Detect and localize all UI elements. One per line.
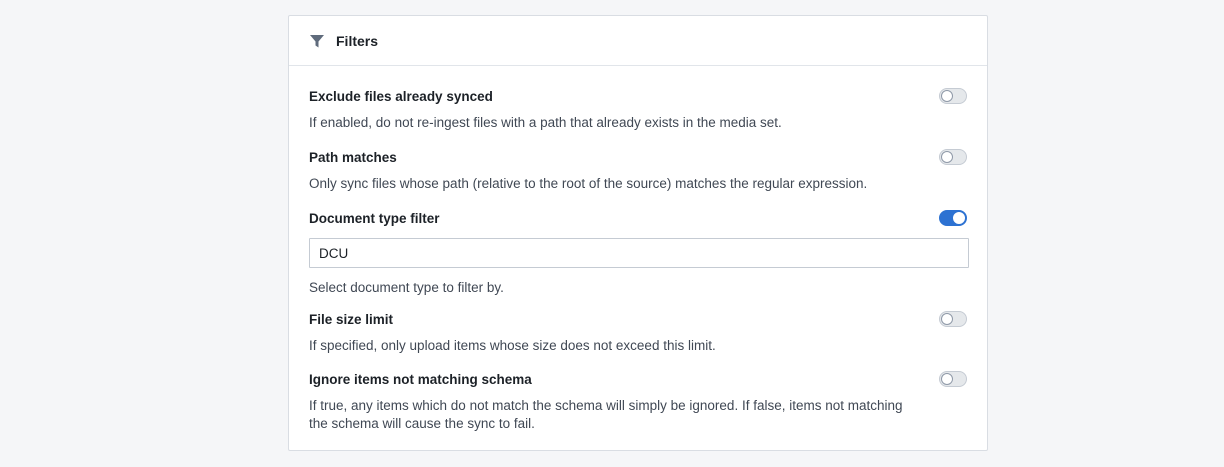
exclude-synced-toggle[interactable]	[939, 88, 967, 104]
filter-row-file-size: File size limit If specified, only uploa…	[309, 309, 969, 355]
filter-row-document-type: Document type filter Select document typ…	[309, 208, 969, 297]
ignore-schema-toggle[interactable]	[939, 371, 967, 387]
file-size-toggle[interactable]	[939, 311, 967, 327]
filter-description: If specified, only upload items whose si…	[309, 338, 716, 353]
filters-panel: Filters Exclude files already synced If …	[288, 15, 988, 451]
filter-label: Path matches	[309, 149, 397, 165]
filter-label: Ignore items not matching schema	[309, 371, 532, 387]
filter-description: If enabled, do not re-ingest files with …	[309, 115, 782, 130]
toggle-knob	[941, 151, 953, 163]
filter-row-path-matches: Path matches Only sync files whose path …	[309, 147, 969, 193]
toggle-knob	[941, 313, 953, 325]
filter-row-ignore-schema: Ignore items not matching schema If true…	[309, 369, 969, 433]
toggle-knob	[953, 212, 965, 224]
filter-description: Only sync files whose path (relative to …	[309, 176, 868, 191]
document-type-toggle[interactable]	[939, 210, 967, 226]
toggle-knob	[941, 90, 953, 102]
path-matches-toggle[interactable]	[939, 149, 967, 165]
toggle-knob	[941, 373, 953, 385]
filter-label: Exclude files already synced	[309, 88, 493, 104]
filter-label: File size limit	[309, 311, 394, 327]
filter-label: Document type filter	[309, 210, 440, 226]
filter-row-exclude-synced: Exclude files already synced If enabled,…	[309, 86, 969, 132]
panel-header: Filters	[289, 16, 987, 66]
panel-title: Filters	[336, 32, 379, 49]
filter-description: Select document type to filter by.	[309, 280, 504, 295]
filter-icon	[309, 33, 325, 49]
document-type-input[interactable]	[309, 238, 969, 268]
filter-description: If true, any items which do not match th…	[309, 398, 903, 431]
